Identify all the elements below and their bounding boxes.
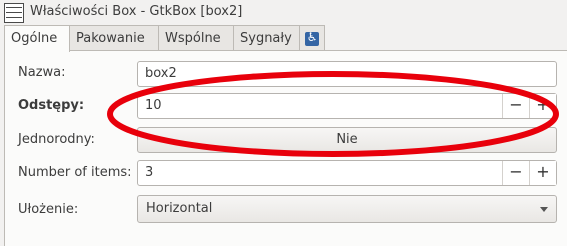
name-label: Nazwa: — [18, 65, 66, 80]
orientation-combo[interactable]: Horizontal — [137, 195, 557, 223]
tab-packing[interactable]: Pakowanie — [69, 25, 159, 51]
items-spinbutton[interactable]: 3 − + — [137, 160, 557, 186]
tab-accessibility[interactable] — [299, 25, 325, 51]
window-title: Właściwości Box - GtkBox [box2] — [30, 4, 243, 19]
tab-general[interactable]: Ogólne — [4, 25, 70, 52]
annotation-ellipse — [107, 71, 559, 157]
orientation-label: Ułożenie: — [18, 202, 79, 217]
tab-common[interactable]: Wspólne — [158, 25, 234, 51]
window-menu-icon[interactable] — [4, 3, 24, 23]
chevron-down-icon — [540, 207, 548, 212]
annotation-stroke — [107, 71, 559, 157]
window-titlebar: Właściwości Box - GtkBox [box2] — [0, 0, 567, 26]
accessibility-icon — [305, 30, 319, 46]
tab-signals[interactable]: Sygnały — [233, 25, 300, 51]
items-value: 3 — [145, 165, 154, 180]
spacing-label: Odstępy: — [18, 98, 85, 113]
items-increment-button[interactable]: + — [529, 161, 556, 185]
orientation-value: Horizontal — [146, 201, 213, 216]
items-decrement-button[interactable]: − — [502, 161, 529, 185]
homogeneous-label: Jednorodny: — [18, 132, 95, 147]
items-label: Number of items: — [18, 165, 132, 180]
